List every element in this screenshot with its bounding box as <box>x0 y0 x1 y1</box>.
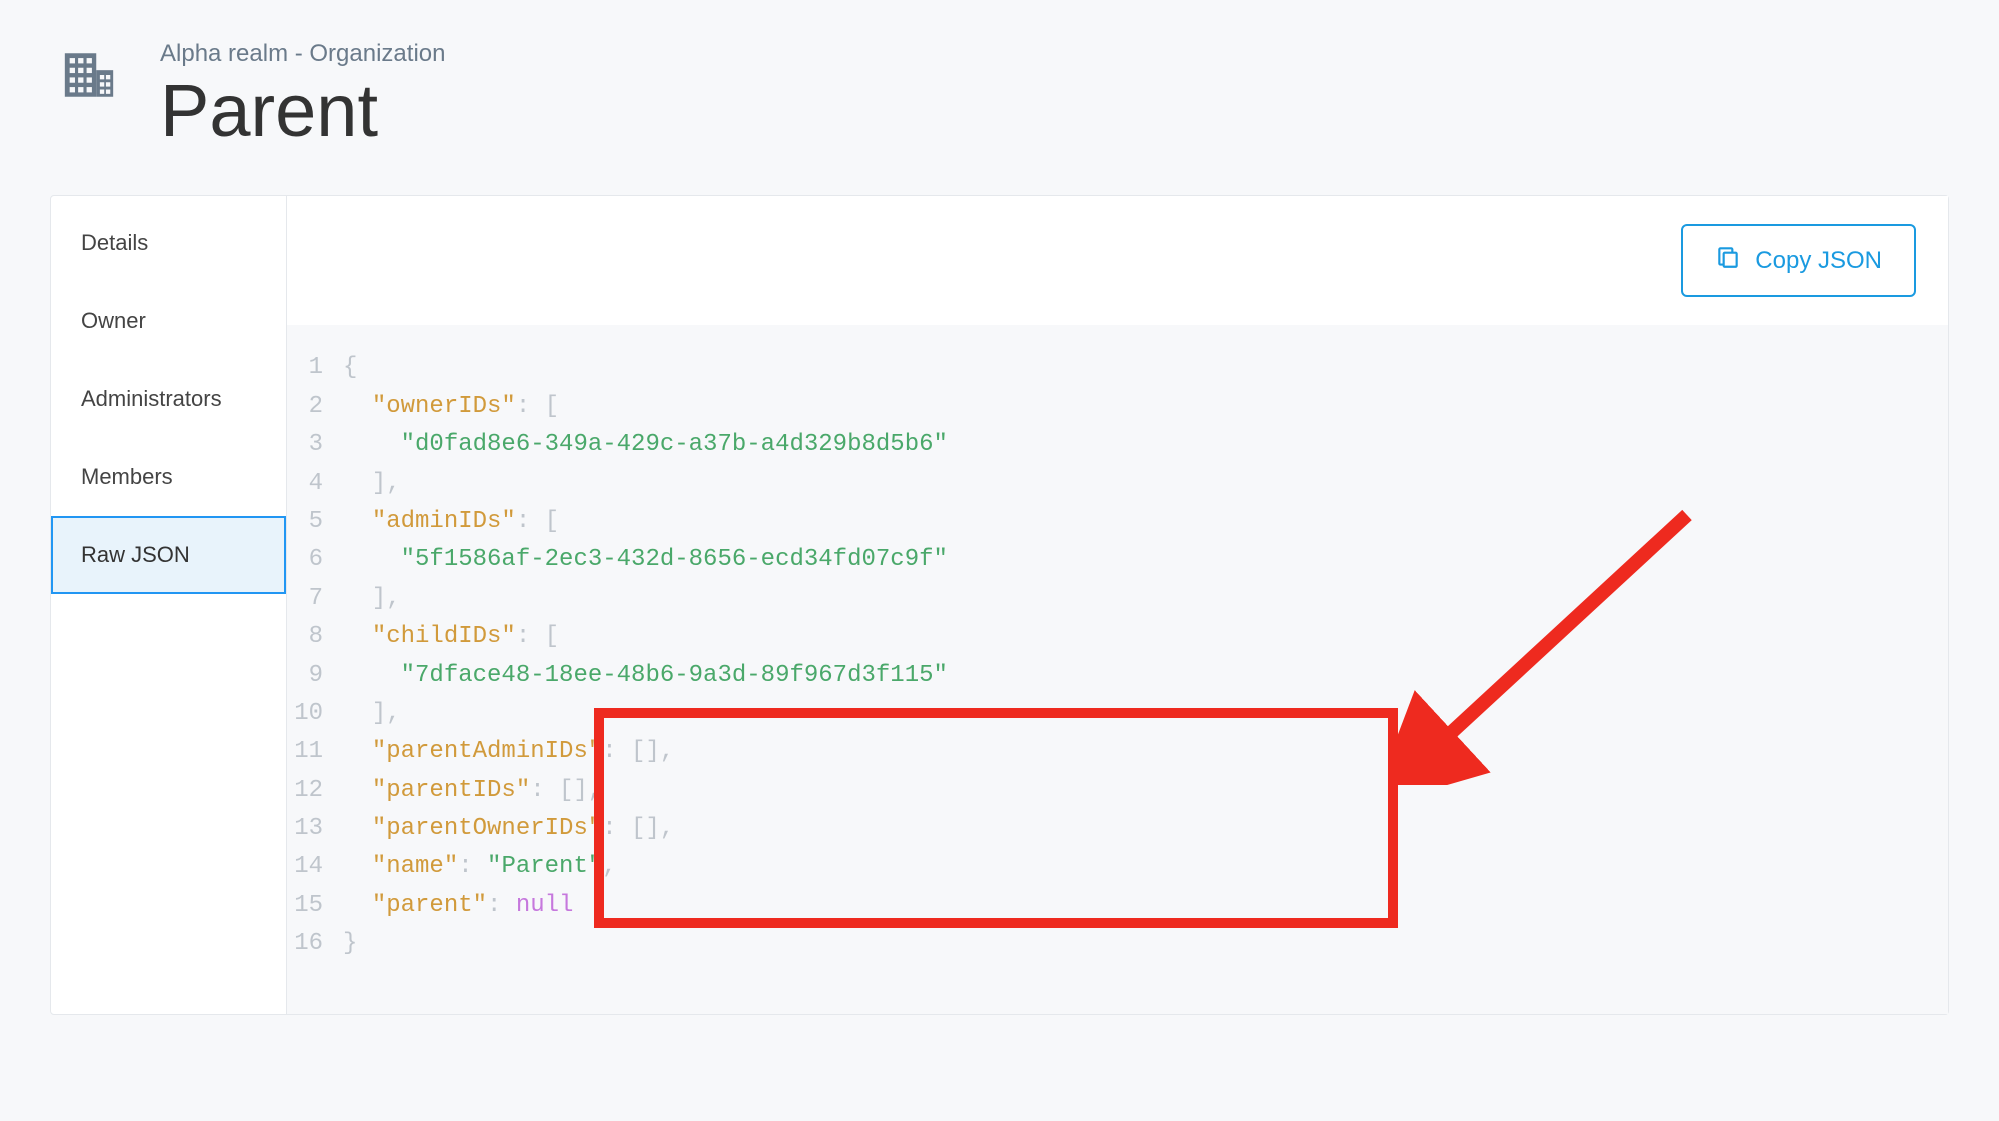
content: Copy JSON 1{2 "ownerIDs": [3 "d0fad8e6-3… <box>287 196 1948 1014</box>
copy-json-label: Copy JSON <box>1755 247 1882 275</box>
line-content: "parentIDs": [], <box>343 772 602 810</box>
line-content: ], <box>343 695 401 733</box>
code-line: 4 ], <box>287 465 1928 503</box>
line-content: "childIDs": [ <box>343 618 559 656</box>
line-number: 10 <box>287 695 343 733</box>
line-content: "parentAdminIDs": [], <box>343 733 674 771</box>
code-line: 11 "parentAdminIDs": [], <box>287 733 1928 771</box>
code-line: 15 "parent": null <box>287 887 1928 925</box>
line-content: "parent": null <box>343 887 573 925</box>
line-content: "7dface48-18ee-48b6-9a3d-89f967d3f115" <box>343 657 948 695</box>
sidebar-item-administrators[interactable]: Administrators <box>51 360 286 438</box>
code-line: 8 "childIDs": [ <box>287 618 1928 656</box>
code-line: 3 "d0fad8e6-349a-429c-a37b-a4d329b8d5b6" <box>287 426 1928 464</box>
code-line: 9 "7dface48-18ee-48b6-9a3d-89f967d3f115" <box>287 657 1928 695</box>
line-content: "ownerIDs": [ <box>343 388 559 426</box>
code-line: 5 "adminIDs": [ <box>287 503 1928 541</box>
line-number: 12 <box>287 772 343 810</box>
line-number: 16 <box>287 925 343 963</box>
line-number: 11 <box>287 733 343 771</box>
line-content: } <box>343 925 357 963</box>
toolbar: Copy JSON <box>287 196 1948 325</box>
line-number: 8 <box>287 618 343 656</box>
line-number: 4 <box>287 465 343 503</box>
code-line: 14 "name": "Parent", <box>287 848 1928 886</box>
code-line: 10 ], <box>287 695 1928 733</box>
page-title: Parent <box>160 70 445 151</box>
copy-icon <box>1715 244 1741 277</box>
copy-json-button[interactable]: Copy JSON <box>1681 224 1916 297</box>
code-line: 16} <box>287 925 1928 963</box>
line-number: 3 <box>287 426 343 464</box>
code-line: 2 "ownerIDs": [ <box>287 388 1928 426</box>
json-viewer: 1{2 "ownerIDs": [3 "d0fad8e6-349a-429c-a… <box>287 325 1948 1014</box>
code-line: 13 "parentOwnerIDs": [], <box>287 810 1928 848</box>
code-line: 7 ], <box>287 580 1928 618</box>
line-content: ], <box>343 580 401 618</box>
code-line: 1{ <box>287 349 1928 387</box>
code-line: 12 "parentIDs": [], <box>287 772 1928 810</box>
line-content: { <box>343 349 357 387</box>
line-content: "name": "Parent", <box>343 848 617 886</box>
line-number: 1 <box>287 349 343 387</box>
line-content: "d0fad8e6-349a-429c-a37b-a4d329b8d5b6" <box>343 426 948 464</box>
line-number: 14 <box>287 848 343 886</box>
breadcrumb: Alpha realm - Organization <box>160 40 445 68</box>
sidebar-item-raw-json[interactable]: Raw JSON <box>51 516 286 594</box>
line-number: 15 <box>287 887 343 925</box>
organization-icon <box>60 46 118 104</box>
sidebar-item-details[interactable]: Details <box>51 204 286 282</box>
content-panel: DetailsOwnerAdministratorsMembersRaw JSO… <box>50 195 1949 1015</box>
sidebar: DetailsOwnerAdministratorsMembersRaw JSO… <box>51 196 287 1014</box>
line-content: "5f1586af-2ec3-432d-8656-ecd34fd07c9f" <box>343 541 948 579</box>
code-line: 6 "5f1586af-2ec3-432d-8656-ecd34fd07c9f" <box>287 541 1928 579</box>
line-number: 7 <box>287 580 343 618</box>
line-number: 6 <box>287 541 343 579</box>
line-number: 5 <box>287 503 343 541</box>
line-content: "parentOwnerIDs": [], <box>343 810 674 848</box>
line-content: ], <box>343 465 401 503</box>
line-number: 2 <box>287 388 343 426</box>
page-header: Alpha realm - Organization Parent <box>50 40 1949 151</box>
line-number: 9 <box>287 657 343 695</box>
sidebar-item-owner[interactable]: Owner <box>51 282 286 360</box>
sidebar-item-members[interactable]: Members <box>51 438 286 516</box>
line-content: "adminIDs": [ <box>343 503 559 541</box>
line-number: 13 <box>287 810 343 848</box>
